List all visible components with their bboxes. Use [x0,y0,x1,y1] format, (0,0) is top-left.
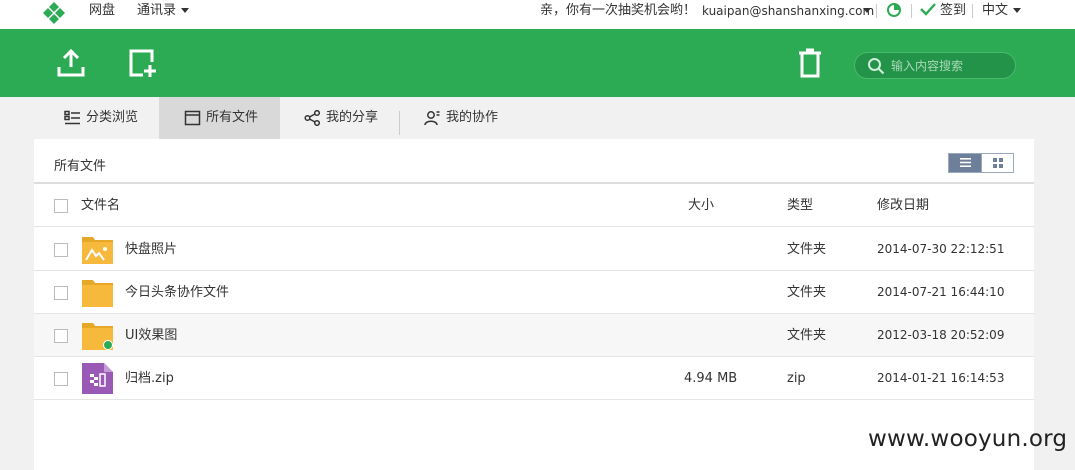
search-icon[interactable] [867,57,885,75]
upload-icon[interactable] [56,48,86,78]
toolbar [0,29,1075,97]
account-email[interactable]: kuaipan@shanshanxing.com [702,3,874,19]
share-icon [304,110,321,126]
file-name[interactable]: UI效果图 [125,314,177,357]
table-header: 文件名 大小 类型 修改日期 [34,184,1034,227]
list-view-button[interactable] [949,154,981,172]
collaborate-icon [424,111,440,126]
column-header-date[interactable]: 修改日期 [877,184,929,227]
column-header-size[interactable]: 大小 [688,184,714,227]
divider [876,4,877,18]
tab-label: 我的分享 [326,110,379,125]
search-box [854,52,1016,79]
usage-pie-icon[interactable] [886,2,902,18]
lottery-promo-link[interactable]: 亲，你有一次抽奖机会哟！ [540,2,696,20]
list-icon [960,158,971,167]
file-type: 文件夹 [787,328,827,343]
file-date: 2014-01-21 16:14:53 [877,371,1005,385]
table-row[interactable]: 归档.zip 4.94 MB zip 2014-01-21 16:14:53 [34,357,1034,400]
watermark-text: www.wooyun.org [868,426,1068,452]
chevron-down-icon [1013,8,1022,13]
file-name[interactable]: 归档.zip [125,357,174,400]
photo-folder-icon [82,237,113,264]
file-type: zip [787,371,806,386]
divider [911,4,912,18]
tab-label: 我的协作 [446,110,499,125]
file-type: 文件夹 [787,285,827,300]
divider [972,4,973,18]
table-row[interactable]: UI效果图 文件夹 2012-03-18 20:52:09 [34,314,1034,357]
file-size: 4.94 MB [684,371,738,386]
column-header-type[interactable]: 类型 [787,184,813,227]
file-name[interactable]: 今日头条协作文件 [125,271,229,314]
top-bar: 网盘 通讯录 亲，你有一次抽奖机会哟！ kuaipan@shanshanxing… [0,0,1075,29]
tab-my-collaboration[interactable]: 我的协作 [400,97,520,139]
column-header-name[interactable]: 文件名 [81,184,120,227]
select-all-checkbox[interactable] [54,199,68,213]
kuaipan-logo[interactable] [42,1,66,25]
row-checkbox[interactable] [54,372,68,386]
nav-contacts-label: 通讯录 [137,3,177,18]
breadcrumb: 所有文件 [54,159,107,174]
file-name[interactable]: 快盘照片 [125,228,177,271]
table-row[interactable]: 今日头条协作文件 文件夹 2014-07-21 16:44:10 [34,271,1034,314]
tab-label: 分类浏览 [86,110,139,125]
file-date: 2014-07-30 22:12:51 [877,242,1005,256]
shared-folder-icon [82,323,113,350]
tab-all-files[interactable]: 所有文件 [159,97,280,139]
grid-view-button[interactable] [981,154,1013,172]
file-date: 2014-07-21 16:44:10 [877,285,1005,299]
tab-my-shares[interactable]: 我的分享 [280,97,399,139]
file-date: 2012-03-18 20:52:09 [877,328,1005,342]
trash-icon[interactable] [796,48,824,78]
nav-netdisk[interactable]: 网盘 [89,2,115,20]
search-input[interactable] [891,57,1009,75]
file-panel: 所有文件 文件名 大小 类型 修改日期 快盘照片 文件夹 2014-07-30 … [34,139,1034,470]
folder-icon [82,280,113,307]
tab-label: 所有文件 [206,110,259,125]
table-row[interactable]: 快盘照片 文件夹 2014-07-30 22:12:51 [34,228,1034,271]
checkin-label: 签到 [940,3,967,18]
chevron-down-icon[interactable] [863,8,871,13]
file-type: 文件夹 [787,242,827,257]
file-icon [184,110,201,126]
checkin-button[interactable]: 签到 [920,2,966,20]
tab-category-browse[interactable]: 分类浏览 [42,97,159,139]
row-checkbox[interactable] [54,243,68,257]
language-select[interactable]: 中文 [982,2,1022,20]
new-folder-icon[interactable] [128,48,158,78]
chevron-down-icon [181,8,190,13]
nav-contacts[interactable]: 通讯录 [137,2,190,20]
category-icon [64,110,80,125]
zip-file-icon [82,363,113,394]
check-icon [920,3,936,16]
view-mode-toggle [948,153,1014,173]
view-tabs: 分类浏览 所有文件 我的分享 我的协作 [0,97,1075,139]
row-checkbox[interactable] [54,329,68,343]
row-checkbox[interactable] [54,286,68,300]
grid-icon [993,158,1003,168]
language-label: 中文 [982,3,1009,18]
